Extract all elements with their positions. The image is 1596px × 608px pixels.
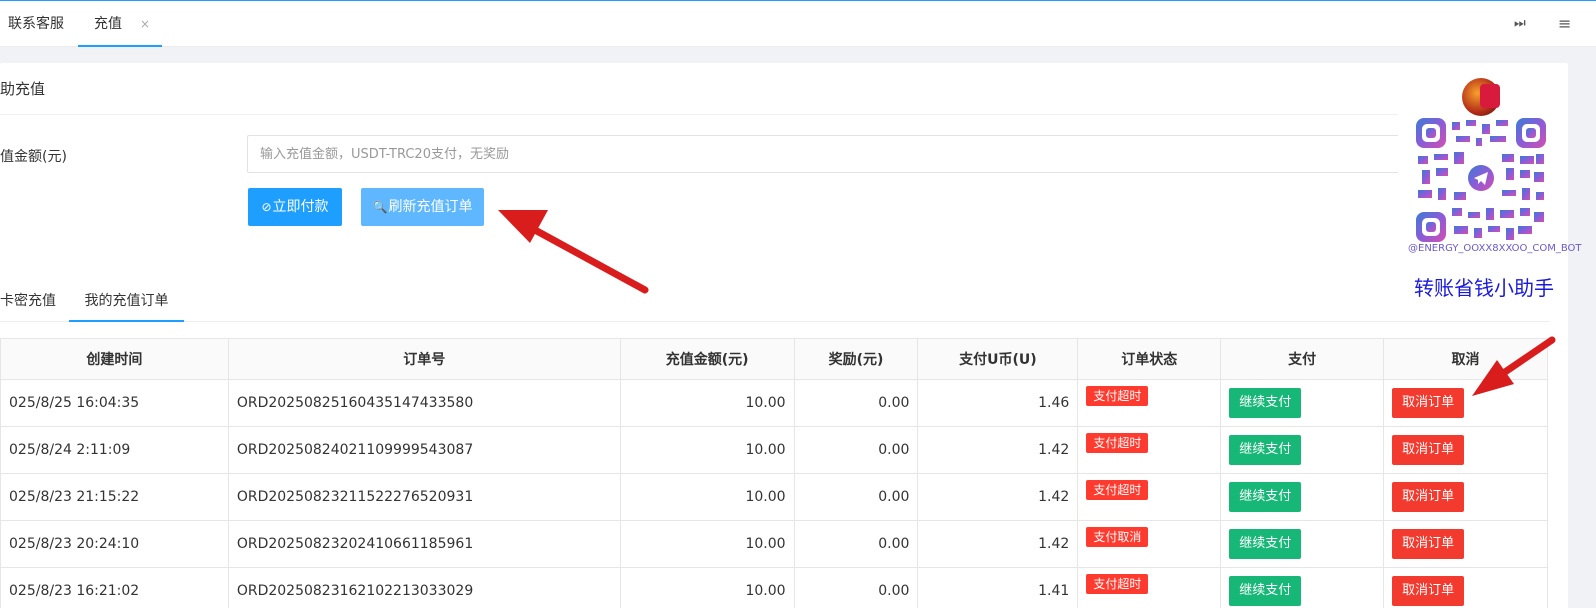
cell-cancel: 取消订单 — [1383, 426, 1548, 474]
cell-order: ORD20250823162102213033029 — [227, 567, 621, 608]
col-pay: 支付 — [1220, 338, 1385, 380]
recharge-card: 助充值 值金额(元) ⊘立即付款 🔍刷新充值订单 卡密充值 我的充值订单 创建时… — [0, 63, 1568, 608]
avatar-badge-icon — [1480, 84, 1500, 108]
tab-label: 联系客服 — [8, 16, 64, 32]
tab-recharge[interactable]: 充值 × — [78, 1, 162, 47]
cancel-order-button[interactable]: 取消订单 — [1392, 576, 1465, 606]
cell-amount: 10.00 — [619, 473, 795, 521]
cell-usdt: 1.42 — [917, 520, 1079, 568]
table-row: 025/8/24 2:11:09 ORD20250824021109999543… — [0, 426, 1548, 474]
cell-pay: 继续支付 — [1220, 426, 1385, 474]
cancel-order-button[interactable]: 取消订单 — [1392, 529, 1465, 559]
status-badge: 支付超时 — [1086, 433, 1149, 453]
cancel-order-button[interactable]: 取消订单 — [1392, 482, 1465, 512]
check-circle-icon: ⊘ — [261, 200, 272, 214]
cell-cancel: 取消订单 — [1383, 567, 1548, 608]
subtab-my-orders[interactable]: 我的充值订单 — [69, 285, 184, 322]
cell-usdt: 1.41 — [917, 567, 1079, 608]
continue-pay-button[interactable]: 继续支付 — [1229, 388, 1302, 418]
orders-table: 创建时间 订单号 充值金额(元) 奖励(元) 支付U币(U) 订单状态 支付 取… — [0, 338, 1548, 608]
cell-time: 025/8/25 16:04:35 — [0, 379, 229, 427]
cell-cancel: 取消订单 — [1383, 473, 1548, 521]
menu-icon[interactable]: ≡ — [1558, 14, 1571, 33]
refresh-orders-button[interactable]: 🔍刷新充值订单 — [361, 188, 484, 226]
cell-status: 支付取消 — [1077, 520, 1222, 568]
cell-amount: 10.00 — [619, 520, 795, 568]
cell-time: 025/8/23 21:15:22 — [0, 473, 229, 521]
cell-time: 025/8/23 20:24:10 — [0, 520, 229, 568]
subtab-card-recharge[interactable]: 卡密充值 — [0, 285, 56, 322]
cell-pay: 继续支付 — [1220, 567, 1385, 608]
cell-usdt: 1.46 — [917, 379, 1079, 427]
cell-reward: 0.00 — [793, 567, 919, 608]
amount-input[interactable] — [247, 135, 1407, 173]
cell-reward: 0.00 — [793, 379, 919, 427]
cell-order: ORD20250823202410661185961 — [227, 520, 621, 568]
cell-amount: 10.00 — [619, 379, 795, 427]
table-row: 025/8/23 16:21:02 ORD2025082316210221303… — [0, 567, 1548, 608]
tab-label: 充值 — [94, 16, 122, 32]
table-row: 025/8/25 16:04:35 ORD2025082516043514743… — [0, 379, 1548, 427]
search-icon: 🔍 — [372, 200, 388, 214]
status-badge: 支付超时 — [1086, 480, 1149, 500]
cell-order: ORD20250823211522276520931 — [227, 473, 621, 521]
qr-code — [1416, 118, 1546, 242]
helper-title: 转账省钱小助手 — [1414, 276, 1554, 300]
cell-pay: 继续支付 — [1220, 520, 1385, 568]
col-amount: 充值金额(元) — [619, 338, 795, 380]
continue-pay-button[interactable]: 继续支付 — [1229, 576, 1302, 606]
cell-reward: 0.00 — [793, 426, 919, 474]
close-icon[interactable]: × — [140, 1, 150, 47]
col-cancel: 取消 — [1383, 338, 1548, 380]
cell-pay: 继续支付 — [1220, 379, 1385, 427]
cell-time: 025/8/23 16:21:02 — [0, 567, 229, 608]
cell-time: 025/8/24 2:11:09 — [0, 426, 229, 474]
cell-order: ORD20250825160435147433580 — [227, 379, 621, 427]
status-badge: 支付超时 — [1086, 386, 1149, 406]
status-badge: 支付取消 — [1086, 527, 1149, 547]
cell-usdt: 1.42 — [917, 473, 1079, 521]
table-row: 025/8/23 21:15:22 ORD2025082321152227652… — [0, 473, 1548, 521]
refresh-orders-label: 刷新充值订单 — [388, 199, 473, 215]
cell-reward: 0.00 — [793, 520, 919, 568]
cell-pay: 继续支付 — [1220, 473, 1385, 521]
tab-contact-service[interactable]: 联系客服 — [8, 1, 64, 47]
cancel-order-button[interactable]: 取消订单 — [1392, 435, 1465, 465]
cell-status: 支付超时 — [1077, 379, 1222, 427]
cell-amount: 10.00 — [619, 567, 795, 608]
col-created-time: 创建时间 — [0, 338, 229, 380]
continue-pay-button[interactable]: 继续支付 — [1229, 529, 1302, 559]
col-order-no: 订单号 — [227, 338, 621, 380]
cancel-order-button[interactable]: 取消订单 — [1392, 388, 1465, 418]
cell-usdt: 1.42 — [917, 426, 1079, 474]
cell-status: 支付超时 — [1077, 473, 1222, 521]
continue-pay-button[interactable]: 继续支付 — [1229, 482, 1302, 512]
card-title: 助充值 — [0, 63, 1568, 115]
qr-caption: @ENERGY_OOXX8XXOO_COM_BOT — [1408, 243, 1582, 254]
pay-now-button[interactable]: ⊘立即付款 — [248, 188, 342, 226]
pay-now-label: 立即付款 — [272, 199, 329, 215]
table-header-row: 创建时间 订单号 充值金额(元) 奖励(元) 支付U币(U) 订单状态 支付 取… — [0, 338, 1548, 380]
col-usdt: 支付U币(U) — [917, 338, 1079, 380]
cell-cancel: 取消订单 — [1383, 379, 1548, 427]
cell-status: 支付超时 — [1077, 567, 1222, 608]
table-row: 025/8/23 20:24:10 ORD2025082320241066118… — [0, 520, 1548, 568]
amount-label: 值金额(元) — [0, 149, 67, 165]
cell-amount: 10.00 — [619, 426, 795, 474]
status-badge: 支付超时 — [1086, 574, 1149, 594]
cell-reward: 0.00 — [793, 473, 919, 521]
tab-bar: 联系客服 充值 × ⏭ ≡ — [0, 1, 1596, 47]
col-reward: 奖励(元) — [793, 338, 919, 380]
continue-pay-button[interactable]: 继续支付 — [1229, 435, 1302, 465]
cell-status: 支付超时 — [1077, 426, 1222, 474]
subtab-bar: 卡密充值 我的充值订单 — [0, 285, 1550, 322]
cell-order: ORD20250824021109999543087 — [227, 426, 621, 474]
col-status: 订单状态 — [1077, 338, 1222, 380]
cell-cancel: 取消订单 — [1383, 520, 1548, 568]
skip-forward-icon[interactable]: ⏭ — [1514, 16, 1526, 31]
